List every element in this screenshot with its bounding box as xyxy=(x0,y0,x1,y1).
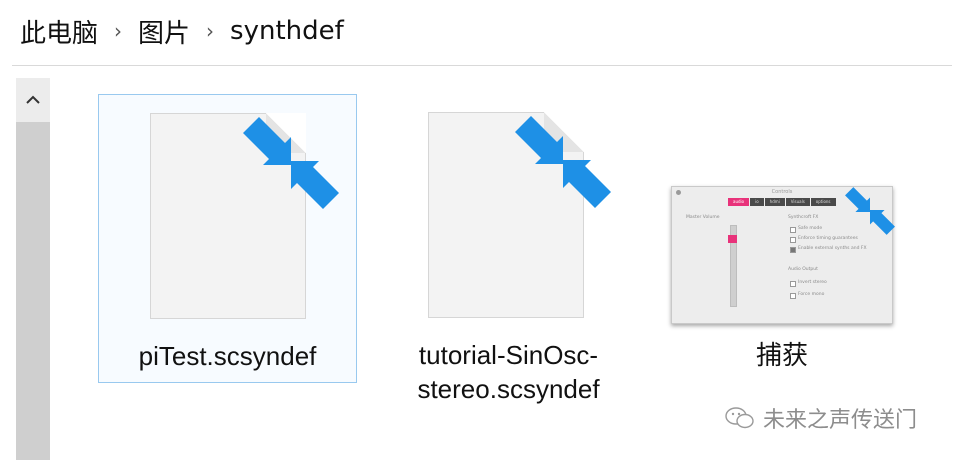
thumbnail-checkbox xyxy=(790,237,796,243)
file-item-pitest[interactable]: piTest.scsyndef xyxy=(98,94,357,383)
thumbnail-checkbox xyxy=(790,247,796,253)
breadcrumb-item-this-pc[interactable]: 此电脑 xyxy=(20,13,98,50)
thumbnail-tab: options xyxy=(810,198,836,206)
wechat-logo-icon xyxy=(725,407,754,429)
chevron-up-icon xyxy=(26,95,40,104)
divider xyxy=(12,65,952,66)
thumbnail-option: Invert stereo xyxy=(798,280,827,285)
file-name: piTest.scsyndef xyxy=(99,339,356,373)
breadcrumb-item-synthdef[interactable]: synthdef xyxy=(230,16,344,46)
shortcut-arrows-icon xyxy=(515,116,611,208)
file-name: 捕获 xyxy=(671,338,893,372)
chevron-right-icon[interactable]: › xyxy=(114,19,122,43)
thumbnail-label: Master Volume xyxy=(686,215,720,220)
thumbnail-checkbox xyxy=(790,227,796,233)
vertical-scrollbar[interactable] xyxy=(16,78,50,460)
shortcut-arrows-icon xyxy=(243,117,339,209)
file-name-line: 捕获 xyxy=(755,340,808,370)
thumbnail-slider-knob xyxy=(728,235,737,243)
file-name-line: stereo.scsyndef xyxy=(417,374,600,404)
thumbnail-tab: hdmi xyxy=(764,198,785,206)
thumbnail-option: Force mono xyxy=(798,292,825,297)
thumbnail-section: Audio Output xyxy=(788,267,818,272)
scroll-up-button[interactable] xyxy=(16,78,50,122)
thumbnail-checkbox xyxy=(790,293,796,299)
thumbnail-section: Synthcroft FX xyxy=(788,215,819,220)
breadcrumb-item-pictures[interactable]: 图片 xyxy=(138,13,190,50)
thumbnail-tab: audio xyxy=(728,198,750,206)
thumbnail-tab: Visuals xyxy=(785,198,810,206)
file-name: tutorial-SinOsc- stereo.scsyndef xyxy=(379,338,638,406)
file-name-line: piTest.scsyndef xyxy=(138,341,317,371)
image-thumbnail[interactable]: Controls audio io hdmi Visuals options M… xyxy=(671,186,895,324)
thumbnail-option: Enable external synths and FX xyxy=(798,246,867,251)
watermark-text: 未来之声传送门 xyxy=(763,408,918,433)
thumbnail-tabs: audio io hdmi Visuals options xyxy=(728,198,836,206)
chevron-right-icon[interactable]: › xyxy=(206,19,214,43)
thumbnail-checkbox xyxy=(790,281,796,287)
thumbnail-tab: io xyxy=(750,198,764,206)
file-name-line: tutorial-SinOsc- xyxy=(418,340,599,370)
thumbnail-option: Safe mode xyxy=(798,226,823,231)
breadcrumb: 此电脑 › 图片 › synthdef xyxy=(0,0,971,62)
file-item-tutorial-sinosc-stereo[interactable]: tutorial-SinOsc- stereo.scsyndef xyxy=(379,94,638,424)
watermark: 未来之声传送门 xyxy=(725,402,917,434)
shortcut-arrows-icon xyxy=(845,187,895,235)
